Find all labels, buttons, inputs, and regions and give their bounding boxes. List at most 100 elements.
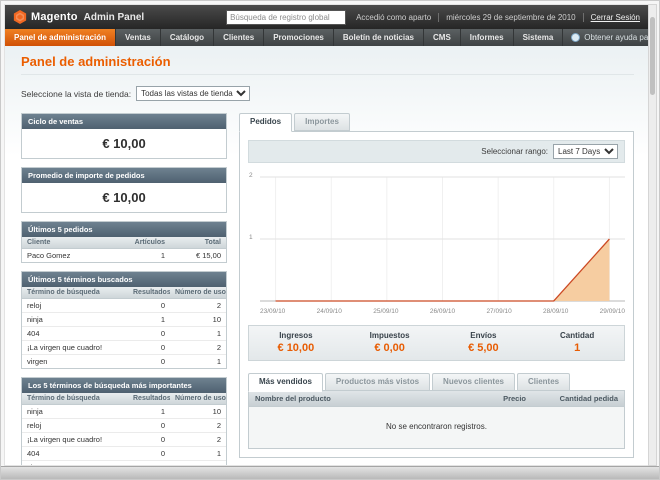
- table-row[interactable]: 404 0 1: [22, 446, 226, 461]
- stat-value: € 0,00: [374, 342, 405, 354]
- stat-label: Envíos: [470, 331, 497, 340]
- tab-most-viewed[interactable]: Productos más vistos: [324, 373, 431, 391]
- grids-tabs: Más vendidos Productos más vistos Nuevos…: [248, 373, 625, 392]
- cell-results: 0: [128, 354, 170, 368]
- nav-item-newsletter[interactable]: Boletín de noticias: [334, 29, 424, 46]
- dashboard-columns: Ciclo de ventas € 10,00 Promedio de impo…: [21, 113, 634, 465]
- stat-value: € 10,00: [277, 342, 315, 354]
- table-row[interactable]: reloj 0 2: [22, 298, 226, 313]
- diagram-panel: Seleccionar rango: Last 7 Days 2 1 23/09…: [239, 131, 634, 458]
- chart-canvas: [260, 176, 625, 302]
- title-row: Panel de administración: [21, 54, 634, 75]
- store-view-select[interactable]: Todas las vistas de tienda: [136, 86, 251, 101]
- help-label: Obtener ayuda para esta página: [584, 33, 649, 42]
- cell-results: 1: [128, 312, 170, 327]
- header-right-group: Accedió como aparto miércoles 29 de sept…: [226, 9, 640, 25]
- stat-value: € 5,00: [468, 342, 499, 354]
- stat-revenue: Ingresos € 10,00: [249, 326, 343, 360]
- stat-label: Impuestos: [369, 331, 410, 340]
- cell-term: 404: [22, 326, 128, 341]
- column-header: Número de usos: [170, 393, 226, 405]
- magento-logo-icon: [13, 10, 27, 24]
- cell-uses: 2: [170, 340, 226, 355]
- y-axis-tick: 2: [249, 172, 253, 179]
- column-header: Total: [170, 237, 226, 249]
- block-title: Últimos 5 términos buscados: [22, 272, 226, 287]
- page-title: Panel de administración: [21, 54, 171, 69]
- cell-results: 0: [128, 326, 170, 341]
- tab-customers[interactable]: Clientes: [516, 373, 571, 391]
- nav-item-promotions[interactable]: Promociones: [264, 29, 334, 46]
- x-axis-tick: 24/09/10: [316, 308, 342, 315]
- current-date: miércoles 29 de septiembre de 2010: [446, 12, 576, 22]
- table-row[interactable]: ninja 1 10: [22, 312, 226, 327]
- empty-records-message: No se encontraron registros.: [248, 407, 625, 449]
- table-row[interactable]: Paco Gomez 1 € 15,00: [22, 248, 226, 262]
- cell-uses: 1: [170, 446, 226, 461]
- x-axis-tick: 26/09/10: [429, 308, 456, 315]
- taskbar: [1, 466, 659, 479]
- average-orders-block: Promedio de importe de pedidos € 10,00: [21, 167, 227, 213]
- cell-customer: Paco Gomez: [22, 248, 128, 262]
- cell-results: 1: [128, 404, 170, 419]
- stat-shipping: Envíos € 5,00: [437, 326, 531, 360]
- range-select[interactable]: Last 7 Days: [553, 144, 618, 159]
- nav-item-reports[interactable]: Informes: [461, 29, 514, 46]
- x-axis-tick: 25/09/10: [373, 308, 399, 315]
- page-help-link[interactable]: Obtener ayuda para esta página: [563, 29, 649, 46]
- table-row[interactable]: ¡La virgen que cuadro! 0 2: [22, 432, 226, 447]
- table-row[interactable]: reloj 0 2: [22, 418, 226, 433]
- cell-uses: 2: [170, 298, 226, 313]
- column-header: Resultados: [128, 287, 170, 299]
- tab-amounts[interactable]: Importes: [294, 113, 350, 131]
- nav-item-dashboard[interactable]: Panel de administración: [5, 29, 117, 46]
- block-title: Promedio de importe de pedidos: [22, 168, 226, 183]
- tab-new-customers[interactable]: Nuevos clientes: [432, 373, 515, 391]
- nav-item-sales[interactable]: Ventas: [116, 29, 161, 46]
- dashboard-sidebar: Ciclo de ventas € 10,00 Promedio de impo…: [21, 113, 227, 465]
- x-axis-tick: 28/09/10: [543, 308, 569, 315]
- column-header: Artículos: [128, 237, 170, 249]
- logout-link[interactable]: Cerrar Sesión: [591, 13, 640, 22]
- separator: [582, 12, 584, 22]
- session-info: Accedió como aparto miércoles 29 de sept…: [356, 12, 640, 22]
- cell-items: 1: [128, 248, 170, 262]
- separator: [438, 12, 440, 22]
- column-header: Término de búsqueda: [22, 287, 128, 299]
- main-nav: Panel de administración Ventas Catálogo …: [5, 29, 648, 46]
- block-title: Ciclo de ventas: [22, 114, 226, 129]
- last-search-terms-table: Término de búsqueda Resultados Número de…: [22, 287, 226, 368]
- x-axis-labels: 23/09/10 24/09/10 25/09/10 26/09/10 27/0…: [260, 305, 625, 315]
- lifetime-sales-block: Ciclo de ventas € 10,00: [21, 113, 227, 159]
- page-content: Panel de administración Seleccione la vi…: [5, 46, 648, 465]
- tab-orders[interactable]: Pedidos: [239, 113, 293, 132]
- column-header: Número de usos: [170, 287, 226, 299]
- average-orders-value: € 10,00: [102, 190, 146, 205]
- cell-uses: 10: [170, 312, 226, 327]
- store-view-switcher: Seleccione la vista de tienda: Todas las…: [21, 86, 634, 101]
- range-selector-row: Seleccionar rango: Last 7 Days: [248, 140, 625, 163]
- x-axis-tick: 27/09/10: [486, 308, 512, 315]
- vertical-scrollbar[interactable]: [648, 4, 657, 466]
- table-row[interactable]: ninja 1 10: [22, 404, 226, 419]
- cell-term: ¡La virgen que cuadro!: [22, 432, 128, 447]
- last-orders-table: Cliente Artículos Total Paco Gomez 1 € 1…: [22, 237, 226, 262]
- nav-item-catalog[interactable]: Catálogo: [161, 29, 215, 46]
- table-row[interactable]: 404 0 1: [22, 326, 226, 341]
- column-header: Término de búsqueda: [22, 393, 128, 405]
- nav-item-customers[interactable]: Clientes: [214, 29, 265, 46]
- stat-label: Ingresos: [279, 331, 313, 340]
- scrollbar-thumb[interactable]: [650, 17, 655, 95]
- cell-results: 0: [128, 340, 170, 355]
- application-window: Magento Admin Panel Accedió como aparto …: [0, 0, 660, 480]
- nav-item-cms[interactable]: CMS: [424, 29, 461, 46]
- cell-uses: 2: [170, 418, 226, 433]
- nav-item-system[interactable]: Sistema: [514, 29, 564, 46]
- global-search-input[interactable]: [226, 9, 347, 25]
- table-row[interactable]: virgen 0 1: [22, 354, 226, 368]
- tab-bestsellers[interactable]: Más vendidos: [248, 373, 323, 392]
- store-view-label: Seleccione la vista de tienda:: [21, 88, 132, 99]
- table-row[interactable]: ¡La virgen que cuadro! 0 2: [22, 340, 226, 355]
- cell-results: 0: [128, 432, 170, 447]
- totals-bar: Ingresos € 10,00 Impuestos € 0,00 Envíos…: [248, 325, 625, 361]
